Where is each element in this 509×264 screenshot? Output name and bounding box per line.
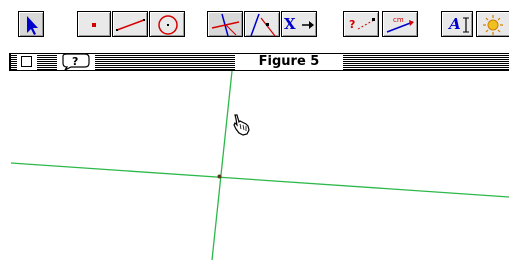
circle-icon bbox=[158, 15, 178, 35]
sun-icon bbox=[483, 15, 503, 35]
transform-tool-button[interactable]: X bbox=[281, 11, 317, 37]
close-box-button[interactable] bbox=[21, 56, 32, 67]
segment-icon bbox=[116, 19, 145, 31]
selection-arrow-icon bbox=[27, 16, 38, 35]
pointing-hand-cursor-icon bbox=[233, 114, 250, 136]
perpendicular-line-icon bbox=[211, 13, 240, 37]
animate-tool-button[interactable] bbox=[476, 11, 509, 37]
parallel-tool-button[interactable] bbox=[244, 11, 280, 37]
window-title: Figure 5 bbox=[258, 54, 320, 69]
text-tool-button[interactable]: A bbox=[441, 11, 473, 37]
svg-text:cm: cm bbox=[393, 16, 404, 24]
measure-icon: ? bbox=[349, 18, 375, 31]
selection-tool-button[interactable] bbox=[18, 11, 44, 37]
svg-text:?: ? bbox=[349, 18, 355, 31]
toolbar: X ? cm A bbox=[0, 0, 509, 52]
segment-tool-button[interactable] bbox=[112, 11, 148, 37]
circle-tool-button[interactable] bbox=[149, 11, 185, 37]
sketch-drawing bbox=[10, 70, 509, 261]
point-icon bbox=[92, 23, 96, 27]
ruler-icon: cm bbox=[386, 16, 414, 33]
svg-text:?: ? bbox=[72, 55, 78, 68]
transform-arrow-icon bbox=[302, 21, 314, 29]
perpendicular-line bbox=[211, 70, 233, 261]
text-cursor-icon bbox=[463, 17, 469, 33]
ruler-tool-button[interactable]: cm bbox=[382, 11, 418, 37]
parallel-line-icon bbox=[250, 13, 276, 37]
sketch-canvas[interactable] bbox=[0, 70, 509, 261]
help-balloon-icon[interactable]: ? bbox=[59, 54, 91, 70]
intersection-point bbox=[217, 174, 222, 179]
point-tool-button[interactable] bbox=[77, 11, 111, 37]
window-title-bar[interactable]: ? Figure 5 bbox=[9, 53, 509, 71]
measure-tool-button[interactable]: ? bbox=[343, 11, 379, 37]
perpendicular-tool-button[interactable] bbox=[207, 11, 243, 37]
horizontal-line bbox=[10, 162, 509, 198]
